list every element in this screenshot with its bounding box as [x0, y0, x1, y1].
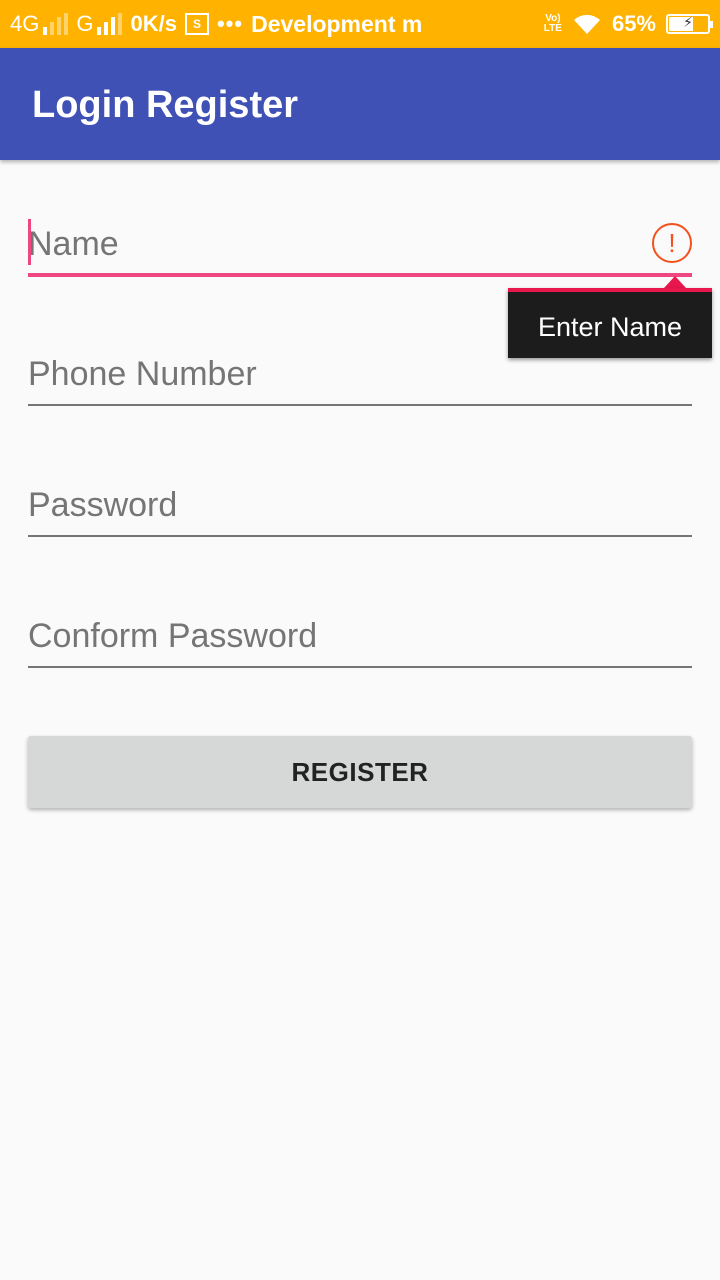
phone-field[interactable]: [28, 346, 692, 406]
charging-bolt-icon: ⚡: [683, 14, 693, 30]
network-4g: 4G: [10, 11, 69, 37]
confirm-password-input[interactable]: [28, 608, 692, 664]
password-field[interactable]: [28, 477, 692, 537]
app-bar: Login Register: [0, 48, 720, 160]
more-notifications-icon: •••: [216, 11, 244, 36]
confirm-password-underline: [28, 666, 692, 668]
network-g-label: G: [76, 11, 94, 36]
screenshot-icon: S: [184, 13, 209, 35]
wifi-icon: [573, 14, 600, 34]
confirm-password-field[interactable]: [28, 608, 692, 668]
network-4g-label: 4G: [10, 11, 40, 36]
password-input[interactable]: [28, 477, 692, 533]
notification-text: Development m: [251, 10, 423, 37]
error-tooltip-text: Enter Name: [537, 312, 683, 342]
name-input[interactable]: [28, 216, 692, 272]
phone-underline: [28, 404, 692, 406]
app-title: Login Register: [32, 84, 299, 126]
tooltip-arrow: [664, 276, 686, 288]
phone-input[interactable]: [28, 346, 692, 402]
network-speed: 0K/s: [130, 11, 177, 36]
text-cursor: [28, 219, 31, 265]
battery-icon: ⚡: [666, 14, 713, 34]
volte-bottom: LTE: [543, 23, 562, 34]
name-field[interactable]: !: [28, 216, 692, 277]
error-icon: !: [652, 223, 692, 263]
register-button[interactable]: REGISTER: [28, 736, 692, 808]
name-underline: [28, 273, 692, 277]
battery-percent: 65%: [611, 11, 656, 36]
volte-icon: Vo) LTE: [544, 14, 562, 34]
status-bar: 4G G 0K/s S ••• Development m Vo) LTE 65…: [0, 0, 720, 48]
signal-4g-icon: [43, 13, 69, 35]
network-g: G: [76, 11, 123, 37]
password-underline: [28, 535, 692, 537]
signal-g-icon: [97, 13, 123, 35]
